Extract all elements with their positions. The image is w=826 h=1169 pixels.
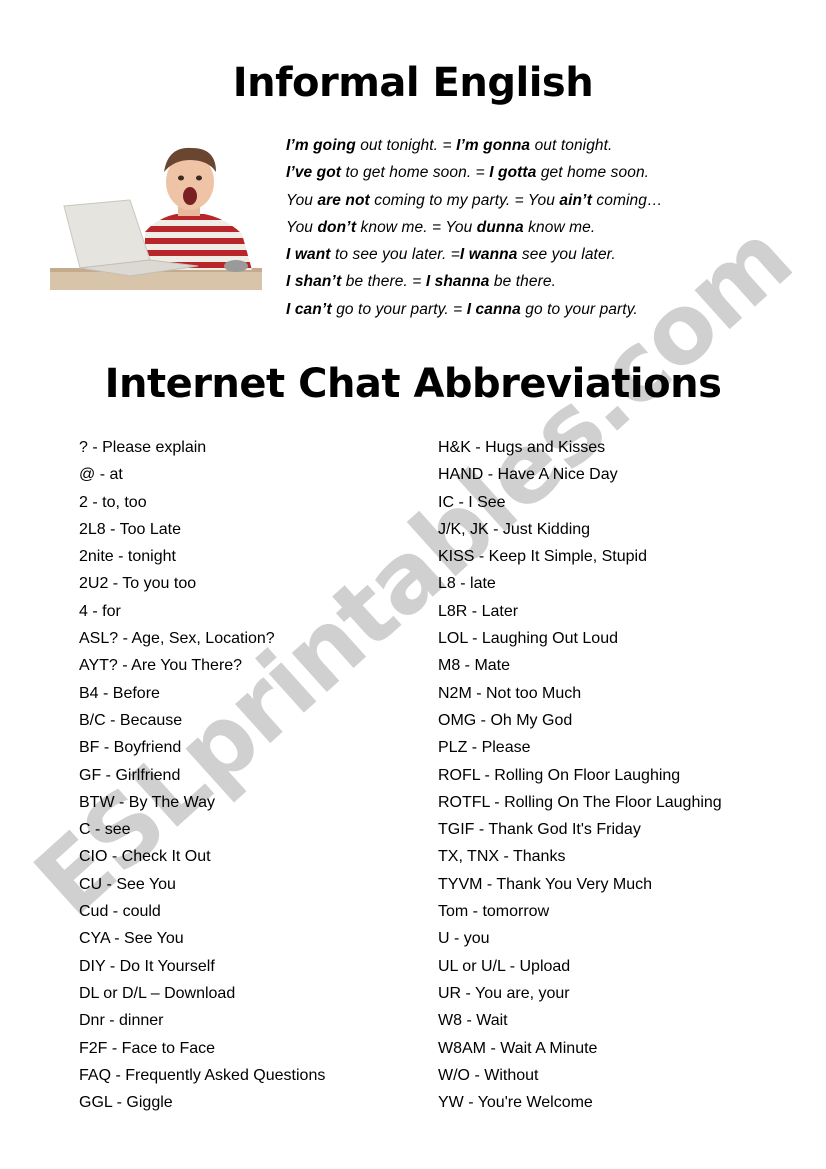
abbreviation-item: UR - You are, your	[438, 984, 570, 1002]
abbreviation-item: DL or D/L – Download	[79, 984, 236, 1002]
emphasized-phrase: I’ve got	[286, 164, 342, 182]
boy-with-laptop-photo	[50, 142, 262, 290]
abbreviation-item: 2nite - tonight	[79, 548, 176, 566]
abbreviation-item: B/C - Because	[79, 711, 183, 729]
abbreviation-item: J/K, JK - Just Kidding	[438, 520, 591, 538]
abbreviation-item: UL or U/L - Upload	[438, 957, 571, 975]
abbreviation-item: GF - Girlfriend	[79, 766, 181, 784]
section-title: Internet Chat Abbreviations	[104, 361, 722, 407]
abbreviation-item: W8 - Wait	[438, 1012, 508, 1030]
abbreviation-item: CIO - Check It Out	[79, 848, 211, 866]
abbreviation-item: 2U2 - To you too	[79, 575, 197, 593]
sentence-text: see you later.	[517, 246, 616, 264]
abbreviation-item: U - you	[438, 930, 490, 948]
abbreviation-item: ROTFL - Rolling On The Floor Laughing	[438, 793, 722, 811]
abbreviation-item: L8R - Later	[438, 602, 519, 620]
emphasized-phrase: ain’t	[559, 191, 592, 209]
abbreviation-item: DIY - Do It Yourself	[79, 957, 215, 975]
emphasized-phrase: I canna	[466, 300, 521, 318]
abbreviation-item: CYA - See You	[79, 930, 184, 948]
desk	[50, 270, 262, 290]
emphasized-phrase: I want	[286, 246, 331, 264]
abbreviation-item: M8 - Mate	[438, 657, 511, 675]
worksheet-page: Informal English I’m going out tonight. …	[0, 0, 826, 1169]
abbreviation-item: W8AM - Wait A Minute	[438, 1039, 598, 1057]
emphasized-phrase: I can’t	[286, 300, 332, 318]
informal-sentence: I’ve got to get home soon. = I gotta get…	[286, 162, 766, 189]
abbreviation-item: YW - You're Welcome	[438, 1094, 593, 1112]
abbreviation-item: TX, TNX - Thanks	[438, 848, 566, 866]
emphasized-phrase: I’m going	[286, 137, 356, 154]
emphasized-phrase: dunna	[476, 218, 524, 236]
abbreviation-item: CU - See You	[79, 875, 176, 893]
abbreviation-item: PLZ - Please	[438, 739, 531, 757]
abbreviation-item: ROFL - Rolling On Floor Laughing	[438, 766, 681, 784]
sentence-text: coming…	[592, 191, 663, 209]
abbreviations-left-column: ? - Please explain @ - at 2 - to, too 2L8 -…	[79, 437, 325, 1119]
abbreviation-item: W/O - Without	[438, 1066, 539, 1084]
abbreviation-item: BTW - By The Way	[79, 793, 216, 811]
sentence-text: You	[286, 218, 318, 236]
abbreviation-item: HAND - Have A Nice Day	[438, 466, 618, 484]
informal-english-list: I’m going out tonight. = I’m gonna out t…	[286, 135, 766, 326]
sentence-text: be there.	[489, 273, 556, 291]
abbreviation-item: H&K - Hugs and Kisses	[438, 439, 606, 456]
sentence-text: get home soon.	[536, 164, 650, 182]
abbreviation-item: @ - at	[79, 466, 123, 484]
informal-sentence: I’m going out tonight. = I’m gonna out t…	[286, 135, 766, 162]
sentence-text: You	[286, 191, 318, 209]
abbreviation-item: C - see	[79, 821, 131, 839]
emphasized-phrase: I wanna	[459, 246, 518, 264]
abbreviation-item: IC - I See	[438, 493, 506, 511]
abbreviation-item: GGL - Giggle	[79, 1094, 173, 1112]
abbreviation-item: BF - Boyfriend	[79, 739, 182, 757]
abbreviation-item: Cud - could	[79, 903, 161, 921]
abbreviation-item: 2 - to, too	[79, 493, 147, 511]
sentence-text: go to your party. =	[331, 300, 467, 318]
abbreviation-item: LOL - Laughing Out Loud	[438, 630, 618, 648]
abbreviation-item: B4 - Before	[79, 684, 160, 702]
abbreviation-item: TYVM - Thank You Very Much	[438, 875, 653, 893]
page-title: Informal English	[232, 60, 594, 106]
abbreviation-item: 2L8 - Too Late	[79, 520, 182, 538]
sentence-text: out tonight.	[530, 137, 613, 154]
sentence-text: out tonight. =	[355, 137, 457, 154]
abbreviation-item: F2F - Face to Face	[79, 1039, 216, 1057]
sentence-text: know me. = You	[356, 218, 477, 236]
sentence-text: be there. =	[341, 273, 426, 291]
informal-sentence: You don’t know me. = You dunna know me.	[286, 217, 766, 244]
abbreviation-item: KISS - Keep It Simple, Stupid	[438, 548, 647, 566]
emphasized-phrase: I shanna	[425, 273, 490, 291]
abbreviation-item: ? - Please explain	[79, 439, 207, 456]
informal-sentence: You are not coming to my party. = You ai…	[286, 190, 766, 217]
abbreviations-right-column: H&K - Hugs and Kisses HAND - Have A Nice …	[438, 437, 722, 1119]
abbreviation-item: ASL? - Age, Sex, Location?	[79, 630, 275, 648]
sentence-text: to see you later. =	[330, 246, 460, 264]
abbreviation-item: Tom - tomorrow	[438, 903, 550, 921]
abbreviation-item: FAQ - Frequently Asked Questions	[79, 1066, 326, 1084]
emphasized-phrase: I gotta	[489, 164, 537, 182]
sentence-text: coming to my party. = You	[369, 191, 560, 209]
abbreviation-item: L8 - late	[438, 575, 496, 593]
emphasized-phrase: I shan’t	[286, 273, 342, 291]
emphasized-phrase: don’t	[317, 218, 357, 236]
abbreviation-item: TGIF - Thank God It's Friday	[438, 821, 641, 839]
abbreviation-item: N2M - Not too Much	[438, 684, 582, 702]
abbreviation-item: OMG - Oh My God	[438, 711, 573, 729]
abbreviation-item: AYT? - Are You There?	[79, 657, 243, 675]
emphasized-phrase: are not	[317, 191, 370, 209]
informal-sentence: I can’t go to your party. = I canna go t…	[286, 299, 766, 326]
informal-sentence: I shan’t be there. = I shanna be there.	[286, 271, 766, 298]
sentence-text: know me.	[523, 218, 596, 236]
abbreviation-item: 4 - for	[79, 602, 121, 620]
informal-sentence: I want to see you later. =I wanna see yo…	[286, 244, 766, 271]
sentence-text: to get home soon. =	[341, 164, 490, 182]
emphasized-phrase: I’m gonna	[456, 137, 531, 154]
abbreviation-item: Dnr - dinner	[79, 1012, 164, 1030]
open-mouth	[183, 187, 197, 205]
photo-illustration	[50, 142, 262, 290]
sentence-text: go to your party.	[520, 300, 638, 318]
